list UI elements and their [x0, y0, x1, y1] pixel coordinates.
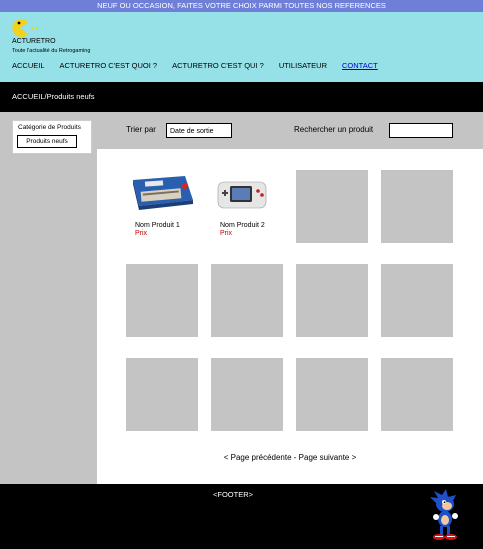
sort-label: Trier par — [126, 125, 156, 134]
category-select[interactable]: Produits neufs — [17, 135, 77, 148]
main-nav: ACCUEIL ACTURETRO C'EST QUOI ? ACTURETRO… — [12, 61, 393, 70]
product-placeholder[interactable] — [211, 358, 283, 431]
product-placeholder[interactable] — [381, 358, 453, 431]
category-panel: Catégorie de Produits Produits neufs — [12, 120, 92, 154]
promo-banner: NEUF OU OCCASION, FAITES VOTRE CHOIX PAR… — [0, 0, 483, 12]
product-placeholder[interactable] — [296, 264, 368, 337]
product-placeholder[interactable] — [381, 264, 453, 337]
site-header: ACTURETRO Toute l'actualité du Retrogami… — [0, 12, 483, 82]
site-tagline: Toute l'actualité du Retrogaming — [12, 48, 91, 54]
search-label: Rechercher un produit — [294, 125, 374, 134]
site-brand[interactable]: ACTURETRO — [12, 38, 56, 45]
next-page-link[interactable]: Page suivante > — [299, 453, 357, 462]
product-price: Prix — [220, 230, 233, 237]
pagination: < Page précédente - Page suivante > — [97, 453, 483, 462]
nav-item-utilisateur[interactable]: UTILISATEUR — [279, 61, 327, 70]
product-placeholder[interactable] — [126, 264, 198, 337]
nav-item-accueil[interactable]: ACCUEIL — [12, 61, 45, 70]
nav-item-acturetro-qui[interactable]: ACTURETRO C'EST QUI ? — [172, 61, 264, 70]
c64-console-box-icon — [133, 176, 193, 210]
footer-label: <FOOTER> — [212, 490, 253, 499]
pager-separator: - — [291, 453, 299, 462]
product-name[interactable]: Nom Produit 2 — [220, 222, 265, 229]
product-placeholder[interactable] — [381, 170, 453, 243]
site-footer: <FOOTER> — [0, 484, 483, 549]
product-placeholder[interactable] — [211, 264, 283, 337]
sonic-mascot-icon — [430, 489, 458, 540]
product-placeholder[interactable] — [296, 358, 368, 431]
product-card[interactable]: Nom Produit 1 Prix — [127, 170, 199, 243]
page-body: Catégorie de Produits Produits neufs Tri… — [0, 112, 483, 484]
breadcrumb-bar: ACCUEIL/Produits neufs — [0, 82, 483, 112]
nav-item-contact[interactable]: CONTACT — [342, 61, 378, 70]
product-placeholder[interactable] — [126, 358, 198, 431]
pacman-icon[interactable] — [10, 17, 42, 39]
breadcrumb[interactable]: ACCUEIL/Produits neufs — [12, 92, 95, 101]
search-input[interactable] — [389, 123, 453, 138]
handheld-console-icon — [217, 181, 267, 209]
product-placeholder[interactable] — [296, 170, 368, 243]
prev-page-link[interactable]: < Page précédente — [224, 453, 292, 462]
nav-item-acturetro-quoi[interactable]: ACTURETRO C'EST QUOI ? — [60, 61, 158, 70]
sort-select[interactable]: Date de sortie — [166, 123, 232, 138]
product-grid: Nom Produit 1 Prix Nom Produit 2 Prix < … — [97, 149, 483, 484]
product-price: Prix — [135, 230, 148, 237]
product-name[interactable]: Nom Produit 1 — [135, 222, 180, 229]
product-card[interactable]: Nom Produit 2 Prix — [212, 170, 284, 243]
category-title: Catégorie de Produits — [18, 124, 81, 131]
